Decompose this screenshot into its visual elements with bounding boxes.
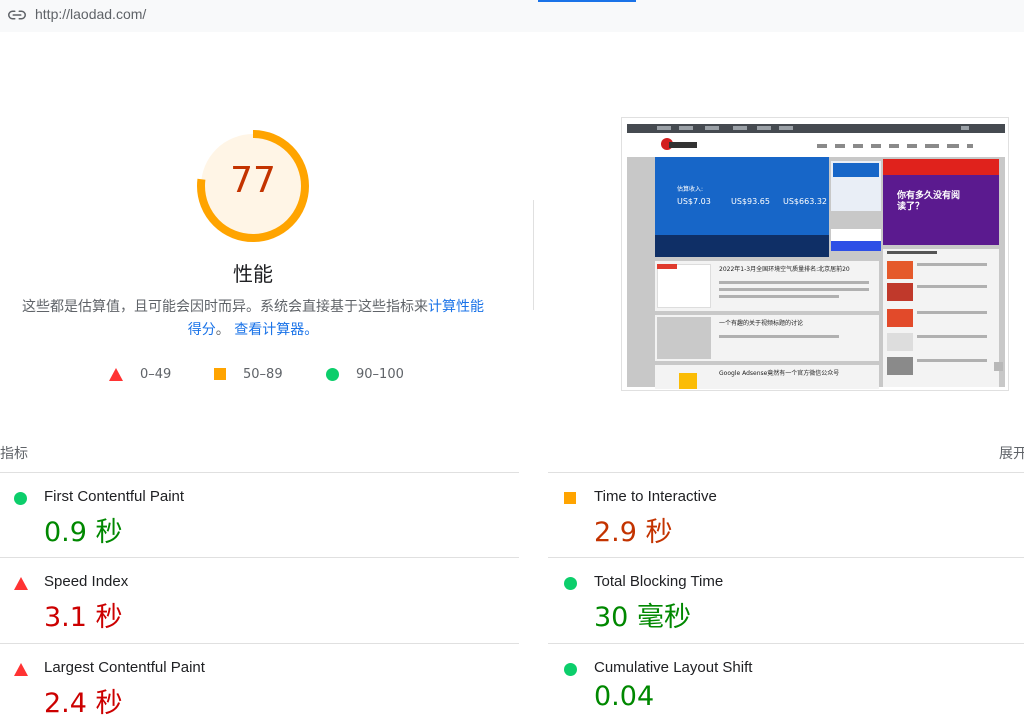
legend-average: 50–89 [214, 364, 283, 384]
thumb-article-3-title: Google Adsense竟然有一个官方微信公众号 [719, 370, 840, 377]
average-square-icon [564, 492, 576, 504]
pass-circle-icon [14, 492, 27, 505]
legend-pass: 90–100 [326, 364, 404, 384]
thumb-banner-v3: US$663.32 [783, 197, 828, 206]
metrics-divider [0, 643, 519, 644]
metric-fcp-value: 0.9 秒 [44, 517, 123, 548]
performance-score: 77 [230, 160, 276, 201]
thumb-article-3: Google Adsense竟然有一个官方微信公众号 [655, 365, 879, 389]
metric-lcp: Largest Contentful Paint 2.4 秒 [14, 659, 514, 723]
metric-si: Speed Index 3.1 秒 [14, 573, 514, 653]
metric-tbt-name: Total Blocking Time [594, 573, 724, 590]
fail-triangle-icon [14, 663, 28, 676]
metric-fcp-name: First Contentful Paint [44, 488, 185, 505]
url-bar[interactable]: http://laodad.com/ [0, 0, 1024, 32]
metric-tti: Time to Interactive 2.9 秒 [564, 488, 1014, 568]
description-text: 这些都是估算值，且可能会因时而异。系统会直接基于这些指标来 [22, 299, 428, 315]
thumb-banner-caption [655, 235, 829, 257]
score-description: 这些都是估算值，且可能会因时而异。系统会直接基于这些指标来计算性能得分。 查看计… [20, 296, 486, 342]
metrics-divider [0, 557, 519, 558]
legend-fail-range: 0–49 [140, 366, 172, 382]
triangle-icon [109, 367, 123, 381]
legend-fail: 0–49 [109, 364, 171, 384]
thumb-baidu-bar [831, 241, 881, 251]
metrics-divider [0, 472, 519, 473]
metric-lcp-name: Largest Contentful Paint [44, 659, 205, 676]
metric-tti-name: Time to Interactive [594, 488, 717, 505]
thumb-banner-v1: US$7.03 [677, 197, 711, 206]
vertical-divider [533, 200, 534, 310]
thumb-article-1: 2022年1-3月全国环境空气质量排名:北京居前20 [655, 261, 879, 311]
metric-cls-value: 0.04 [594, 681, 655, 712]
metrics-divider [548, 472, 1024, 473]
thumb-article-2: 一个有趣的关于视频标题的讨论 [655, 315, 879, 361]
score-category-label: 性能 [233, 262, 273, 286]
pass-circle-icon [564, 577, 577, 590]
thumb-jd-ad-top [883, 159, 999, 175]
metric-si-name: Speed Index [44, 573, 129, 590]
metric-tbt-value: 30 毫秒 [594, 602, 691, 633]
thumb-sidebar-list [883, 249, 999, 387]
thumb-banner-label: 估算收入: [677, 186, 704, 193]
legend-pass-range: 90–100 [356, 366, 404, 382]
metric-lcp-value: 2.4 秒 [44, 688, 123, 719]
legend-average-range: 50–89 [243, 366, 283, 382]
metric-cls-name: Cumulative Layout Shift [594, 659, 753, 676]
site-logo [661, 137, 697, 153]
page-url[interactable]: http://laodad.com/ [35, 6, 146, 22]
thumb-body: 估算收入: US$7.03 US$93.65 US$663.32 你有多久没有阅… [627, 157, 1005, 389]
thumb-article-2-title: 一个有趣的关于视频标题的讨论 [719, 320, 804, 327]
circle-icon [326, 367, 339, 381]
score-legend: 0–49 50–89 90–100 [0, 364, 520, 386]
metric-tti-value: 2.9 秒 [594, 517, 673, 548]
thumb-mid-ad-top [833, 163, 879, 177]
metric-cls: Cumulative Layout Shift 0.04 [564, 659, 1014, 723]
metrics-divider [548, 643, 1024, 644]
description-mid: 。 [215, 322, 230, 338]
pass-circle-icon [564, 663, 577, 676]
thumb-corner-icon [994, 362, 1003, 371]
thumb-banner-v2: US$93.65 [731, 197, 770, 206]
metrics-divider [548, 557, 1024, 558]
metric-fcp: First Contentful Paint 0.9 秒 [14, 488, 514, 568]
square-icon [214, 368, 226, 380]
link-icon [8, 10, 26, 20]
page-screenshot-thumbnail[interactable]: 估算收入: US$7.03 US$93.65 US$663.32 你有多久没有阅… [621, 117, 1009, 391]
thumb-ad-text: 你有多久没有阅读了？ [897, 191, 961, 212]
active-tab-indicator [538, 0, 636, 2]
fail-triangle-icon [14, 577, 28, 590]
thumb-header [627, 133, 1005, 157]
metric-si-value: 3.1 秒 [44, 602, 123, 633]
thumb-top-nav [627, 124, 1005, 133]
expand-toggle[interactable]: 展开 [999, 443, 1024, 463]
thumb-article-1-title: 2022年1-3月全国环境空气质量排名:北京居前20 [719, 266, 850, 273]
metric-tbt: Total Blocking Time 30 毫秒 [564, 573, 1014, 653]
view-calculator-link[interactable]: 查看计算器。 [234, 322, 318, 338]
metrics-title: 指标 [0, 446, 28, 462]
